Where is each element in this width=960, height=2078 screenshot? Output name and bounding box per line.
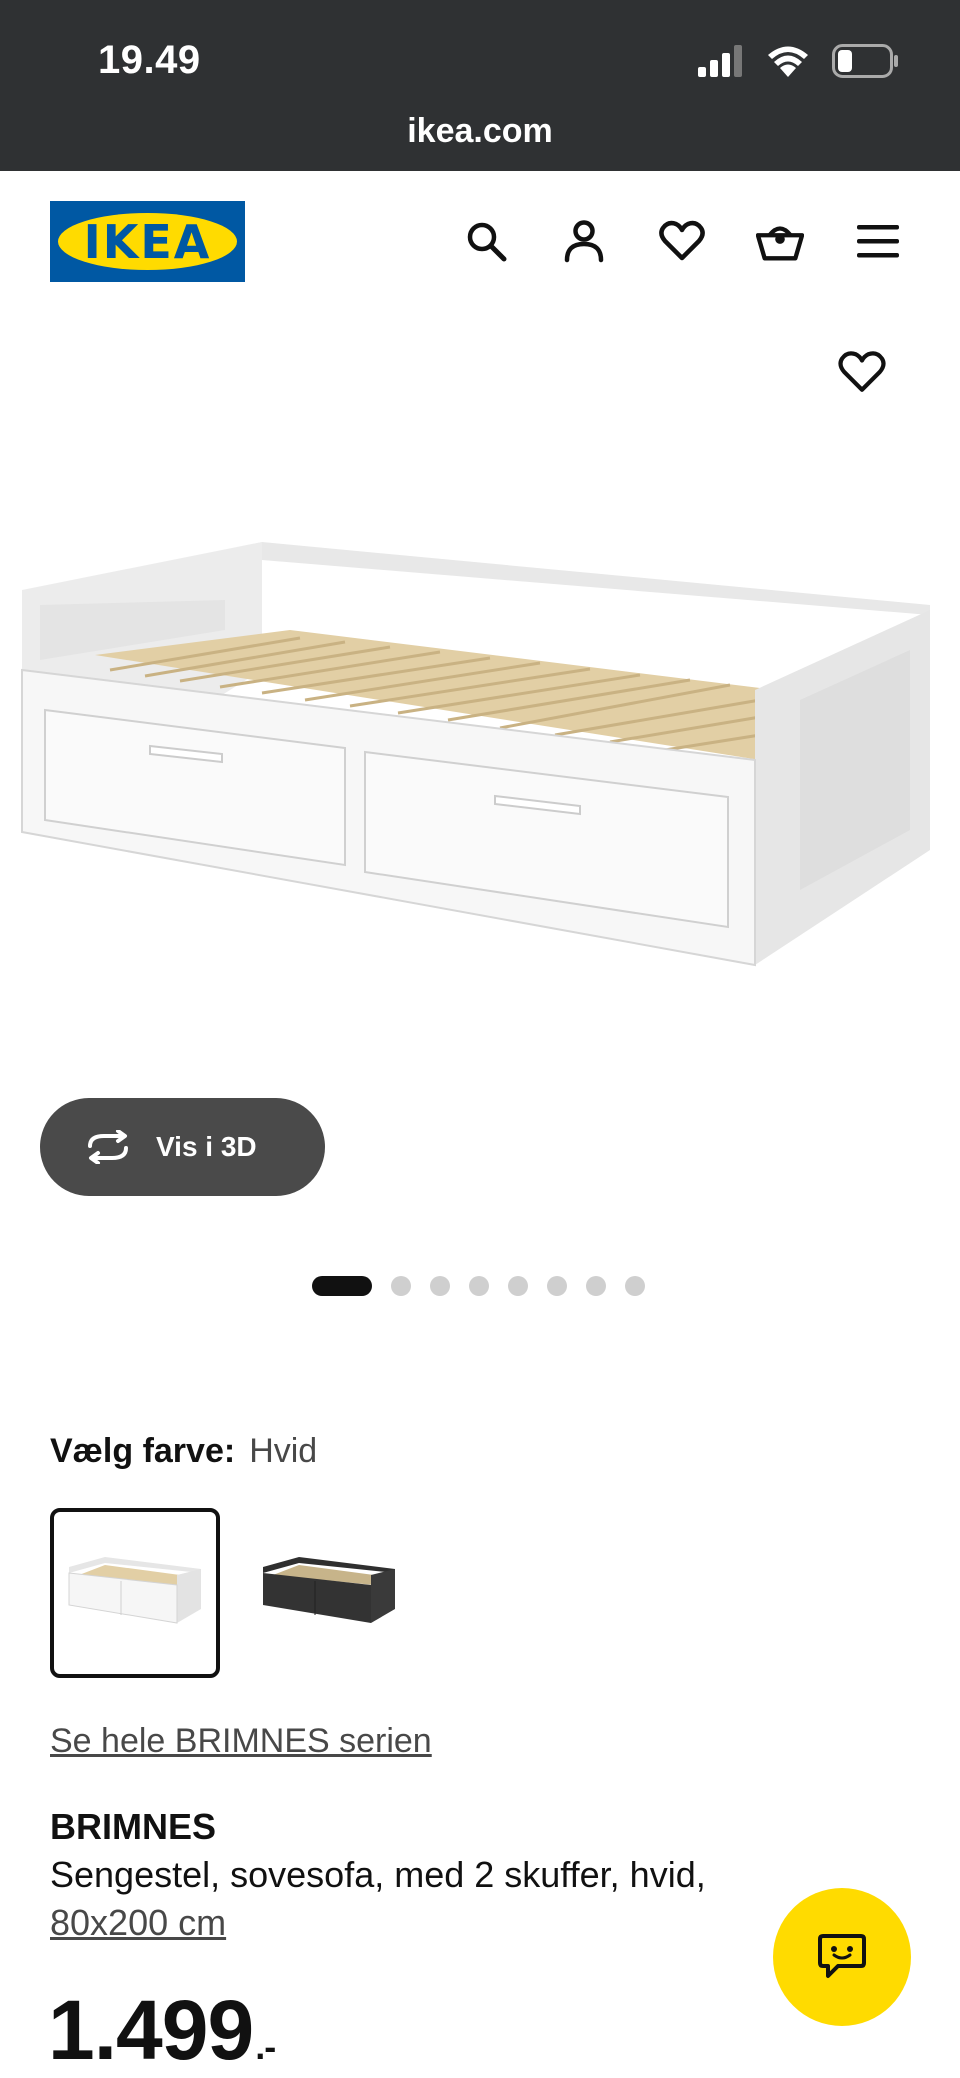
view-in-3d-button[interactable]: Vis i 3D xyxy=(40,1098,325,1196)
image-carousel-indicator xyxy=(312,1276,645,1296)
menu-icon[interactable] xyxy=(854,217,902,265)
color-label-key: Vælg farve: xyxy=(50,1432,236,1470)
chat-icon xyxy=(818,1934,866,1978)
carousel-dot[interactable] xyxy=(469,1276,489,1296)
search-icon[interactable] xyxy=(462,217,510,265)
carousel-dot[interactable] xyxy=(547,1276,567,1296)
black-daybed-thumbnail xyxy=(263,1557,395,1623)
basket-icon[interactable] xyxy=(756,217,804,265)
add-to-wishlist-icon[interactable] xyxy=(838,350,886,398)
rotate-3d-icon xyxy=(88,1130,128,1164)
ikea-logo[interactable]: IKEA xyxy=(50,201,245,282)
carousel-dot[interactable] xyxy=(586,1276,606,1296)
carousel-dot[interactable] xyxy=(508,1276,528,1296)
product-description: Sengestel, sovesofa, med 2 skuffer, hvid… xyxy=(50,1854,706,1895)
color-selector-label: Vælg farve: Hvid xyxy=(50,1432,317,1471)
battery-icon xyxy=(832,44,898,78)
address-bar-url[interactable]: ikea.com xyxy=(0,112,960,151)
status-icons xyxy=(698,44,900,78)
color-swatch-black[interactable] xyxy=(244,1508,414,1678)
account-icon[interactable] xyxy=(560,217,608,265)
product-price: 1.499.- xyxy=(48,1982,276,2078)
product-size-link[interactable]: 80x200 cm xyxy=(50,1902,226,1944)
color-label-value: Hvid xyxy=(249,1432,318,1470)
header-nav xyxy=(462,217,902,265)
white-daybed-thumbnail xyxy=(68,1557,201,1624)
product-image[interactable] xyxy=(0,520,960,980)
chat-button[interactable] xyxy=(773,1888,911,2026)
product-name: BRIMNES xyxy=(50,1806,217,1847)
carousel-dot[interactable] xyxy=(391,1276,411,1296)
carousel-dot-active[interactable] xyxy=(312,1276,372,1296)
status-bar: 19.49 ikea.com xyxy=(0,0,960,171)
price-value: 1.499 xyxy=(48,1983,254,2077)
color-swatch-white[interactable] xyxy=(50,1508,220,1678)
carousel-dot[interactable] xyxy=(430,1276,450,1296)
price-suffix: .- xyxy=(255,2026,276,2067)
view-in-3d-label: Vis i 3D xyxy=(156,1131,257,1162)
wifi-icon xyxy=(768,46,808,77)
signal-icon xyxy=(698,45,742,77)
series-link[interactable]: Se hele BRIMNES serien xyxy=(50,1722,432,1761)
status-time: 19.49 xyxy=(98,38,201,82)
wishlist-icon[interactable] xyxy=(658,217,706,265)
carousel-dot[interactable] xyxy=(625,1276,645,1296)
logo-text: IKEA xyxy=(83,215,212,269)
site-header: IKEA xyxy=(0,171,960,311)
